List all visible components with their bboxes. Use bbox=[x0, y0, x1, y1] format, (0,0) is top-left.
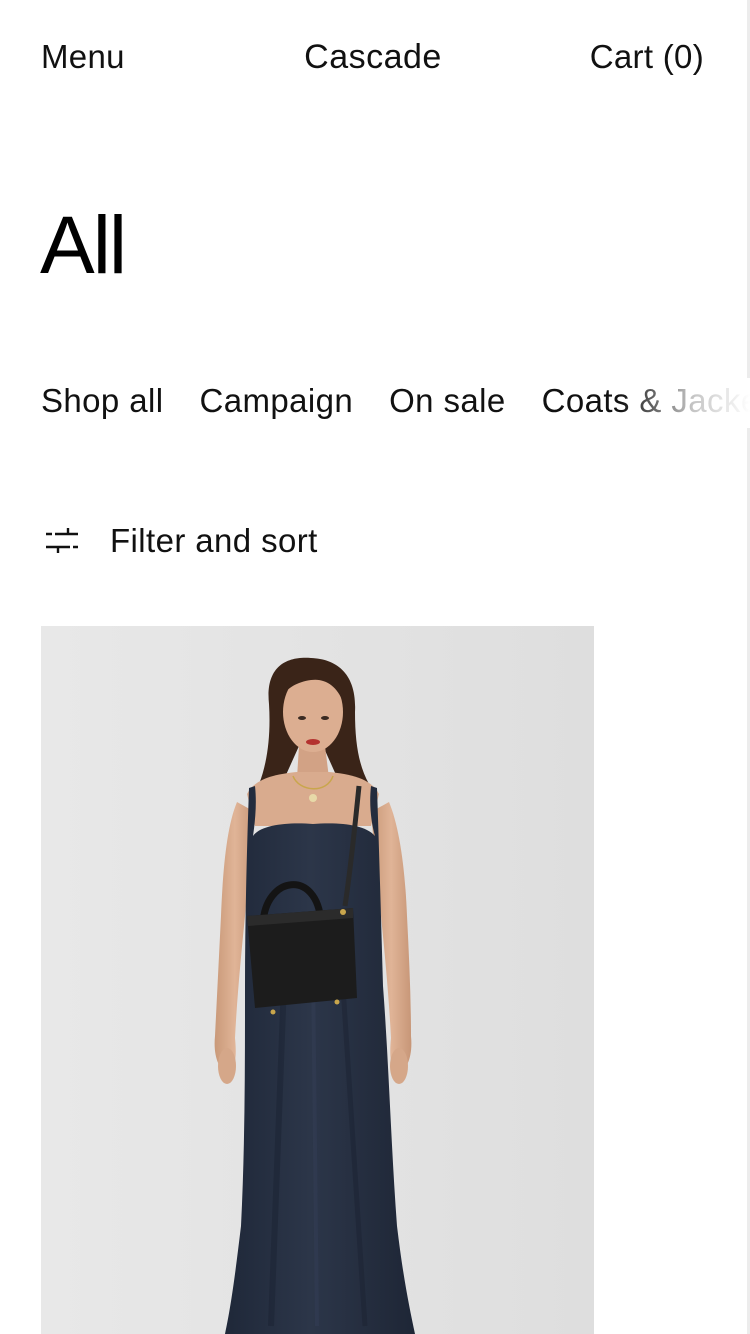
page-title: All bbox=[40, 200, 127, 291]
product-photo bbox=[41, 626, 594, 1334]
filter-label: Filter and sort bbox=[110, 522, 318, 559]
collection-nav[interactable]: Shop all Campaign On sale Coats & Jackets bbox=[41, 378, 750, 428]
site-header: Menu Cascade Cart (0) bbox=[0, 0, 750, 116]
sliders-icon bbox=[44, 524, 80, 558]
product-card[interactable] bbox=[41, 626, 594, 1334]
cart-button[interactable]: Cart (0) bbox=[590, 37, 704, 77]
collection-campaign[interactable]: Campaign bbox=[199, 378, 353, 424]
collection-coats-jackets[interactable]: Coats & Jackets bbox=[542, 378, 750, 424]
collection-shop-all[interactable]: Shop all bbox=[41, 378, 163, 424]
collection-on-sale[interactable]: On sale bbox=[389, 378, 506, 424]
filter-and-sort-button[interactable]: Filter and sort bbox=[44, 518, 318, 564]
